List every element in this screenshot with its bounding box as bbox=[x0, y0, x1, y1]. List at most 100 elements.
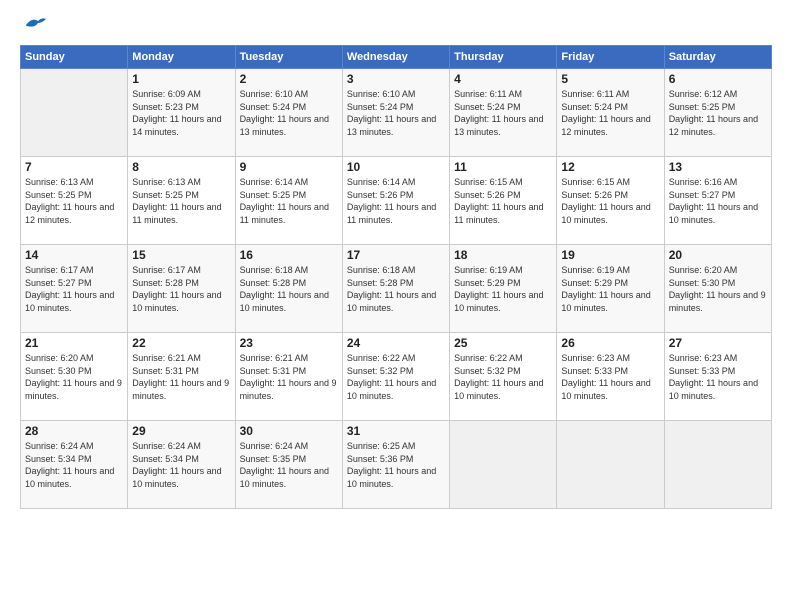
calendar-table: SundayMondayTuesdayWednesdayThursdayFrid… bbox=[20, 45, 772, 509]
day-info: Sunrise: 6:16 AM Sunset: 5:27 PM Dayligh… bbox=[669, 176, 767, 226]
week-row-4: 21 Sunrise: 6:20 AM Sunset: 5:30 PM Dayl… bbox=[21, 333, 772, 421]
calendar-cell: 30 Sunrise: 6:24 AM Sunset: 5:35 PM Dayl… bbox=[235, 421, 342, 509]
day-number: 3 bbox=[347, 72, 445, 86]
day-info: Sunrise: 6:23 AM Sunset: 5:33 PM Dayligh… bbox=[669, 352, 767, 402]
logo bbox=[20, 15, 46, 35]
day-info: Sunrise: 6:15 AM Sunset: 5:26 PM Dayligh… bbox=[561, 176, 659, 226]
day-number: 18 bbox=[454, 248, 552, 262]
calendar-cell bbox=[664, 421, 771, 509]
day-number: 25 bbox=[454, 336, 552, 350]
day-info: Sunrise: 6:19 AM Sunset: 5:29 PM Dayligh… bbox=[454, 264, 552, 314]
calendar-cell: 17 Sunrise: 6:18 AM Sunset: 5:28 PM Dayl… bbox=[342, 245, 449, 333]
calendar-cell: 4 Sunrise: 6:11 AM Sunset: 5:24 PM Dayli… bbox=[450, 69, 557, 157]
day-info: Sunrise: 6:23 AM Sunset: 5:33 PM Dayligh… bbox=[561, 352, 659, 402]
calendar-cell: 20 Sunrise: 6:20 AM Sunset: 5:30 PM Dayl… bbox=[664, 245, 771, 333]
day-number: 29 bbox=[132, 424, 230, 438]
calendar-cell: 31 Sunrise: 6:25 AM Sunset: 5:36 PM Dayl… bbox=[342, 421, 449, 509]
calendar-cell: 25 Sunrise: 6:22 AM Sunset: 5:32 PM Dayl… bbox=[450, 333, 557, 421]
week-row-2: 7 Sunrise: 6:13 AM Sunset: 5:25 PM Dayli… bbox=[21, 157, 772, 245]
day-number: 24 bbox=[347, 336, 445, 350]
calendar-cell: 10 Sunrise: 6:14 AM Sunset: 5:26 PM Dayl… bbox=[342, 157, 449, 245]
day-number: 9 bbox=[240, 160, 338, 174]
day-number: 26 bbox=[561, 336, 659, 350]
day-info: Sunrise: 6:24 AM Sunset: 5:35 PM Dayligh… bbox=[240, 440, 338, 490]
day-number: 1 bbox=[132, 72, 230, 86]
day-number: 22 bbox=[132, 336, 230, 350]
weekday-friday: Friday bbox=[557, 46, 664, 69]
day-number: 15 bbox=[132, 248, 230, 262]
day-info: Sunrise: 6:17 AM Sunset: 5:28 PM Dayligh… bbox=[132, 264, 230, 314]
day-number: 19 bbox=[561, 248, 659, 262]
day-number: 6 bbox=[669, 72, 767, 86]
day-number: 16 bbox=[240, 248, 338, 262]
bird-icon bbox=[24, 15, 46, 33]
day-info: Sunrise: 6:19 AM Sunset: 5:29 PM Dayligh… bbox=[561, 264, 659, 314]
day-info: Sunrise: 6:20 AM Sunset: 5:30 PM Dayligh… bbox=[25, 352, 123, 402]
weekday-header-row: SundayMondayTuesdayWednesdayThursdayFrid… bbox=[21, 46, 772, 69]
calendar-cell: 8 Sunrise: 6:13 AM Sunset: 5:25 PM Dayli… bbox=[128, 157, 235, 245]
calendar-cell: 19 Sunrise: 6:19 AM Sunset: 5:29 PM Dayl… bbox=[557, 245, 664, 333]
day-info: Sunrise: 6:22 AM Sunset: 5:32 PM Dayligh… bbox=[347, 352, 445, 402]
weekday-saturday: Saturday bbox=[664, 46, 771, 69]
day-info: Sunrise: 6:25 AM Sunset: 5:36 PM Dayligh… bbox=[347, 440, 445, 490]
day-number: 27 bbox=[669, 336, 767, 350]
calendar-cell: 7 Sunrise: 6:13 AM Sunset: 5:25 PM Dayli… bbox=[21, 157, 128, 245]
day-number: 7 bbox=[25, 160, 123, 174]
day-info: Sunrise: 6:17 AM Sunset: 5:27 PM Dayligh… bbox=[25, 264, 123, 314]
calendar-cell: 23 Sunrise: 6:21 AM Sunset: 5:31 PM Dayl… bbox=[235, 333, 342, 421]
calendar-cell: 16 Sunrise: 6:18 AM Sunset: 5:28 PM Dayl… bbox=[235, 245, 342, 333]
day-number: 30 bbox=[240, 424, 338, 438]
week-row-1: 1 Sunrise: 6:09 AM Sunset: 5:23 PM Dayli… bbox=[21, 69, 772, 157]
weekday-tuesday: Tuesday bbox=[235, 46, 342, 69]
day-number: 13 bbox=[669, 160, 767, 174]
day-number: 21 bbox=[25, 336, 123, 350]
day-info: Sunrise: 6:09 AM Sunset: 5:23 PM Dayligh… bbox=[132, 88, 230, 138]
day-info: Sunrise: 6:14 AM Sunset: 5:26 PM Dayligh… bbox=[347, 176, 445, 226]
day-info: Sunrise: 6:10 AM Sunset: 5:24 PM Dayligh… bbox=[240, 88, 338, 138]
day-info: Sunrise: 6:18 AM Sunset: 5:28 PM Dayligh… bbox=[347, 264, 445, 314]
week-row-5: 28 Sunrise: 6:24 AM Sunset: 5:34 PM Dayl… bbox=[21, 421, 772, 509]
day-number: 11 bbox=[454, 160, 552, 174]
calendar-cell: 21 Sunrise: 6:20 AM Sunset: 5:30 PM Dayl… bbox=[21, 333, 128, 421]
calendar-cell: 28 Sunrise: 6:24 AM Sunset: 5:34 PM Dayl… bbox=[21, 421, 128, 509]
day-info: Sunrise: 6:20 AM Sunset: 5:30 PM Dayligh… bbox=[669, 264, 767, 314]
day-info: Sunrise: 6:11 AM Sunset: 5:24 PM Dayligh… bbox=[454, 88, 552, 138]
day-number: 4 bbox=[454, 72, 552, 86]
day-number: 23 bbox=[240, 336, 338, 350]
day-info: Sunrise: 6:13 AM Sunset: 5:25 PM Dayligh… bbox=[132, 176, 230, 226]
day-info: Sunrise: 6:21 AM Sunset: 5:31 PM Dayligh… bbox=[132, 352, 230, 402]
calendar-cell bbox=[21, 69, 128, 157]
calendar-cell: 27 Sunrise: 6:23 AM Sunset: 5:33 PM Dayl… bbox=[664, 333, 771, 421]
calendar-cell bbox=[557, 421, 664, 509]
calendar-cell: 29 Sunrise: 6:24 AM Sunset: 5:34 PM Dayl… bbox=[128, 421, 235, 509]
header bbox=[20, 15, 772, 35]
calendar-cell: 1 Sunrise: 6:09 AM Sunset: 5:23 PM Dayli… bbox=[128, 69, 235, 157]
calendar-cell: 2 Sunrise: 6:10 AM Sunset: 5:24 PM Dayli… bbox=[235, 69, 342, 157]
day-number: 5 bbox=[561, 72, 659, 86]
day-number: 14 bbox=[25, 248, 123, 262]
weekday-thursday: Thursday bbox=[450, 46, 557, 69]
calendar-cell: 24 Sunrise: 6:22 AM Sunset: 5:32 PM Dayl… bbox=[342, 333, 449, 421]
day-info: Sunrise: 6:10 AM Sunset: 5:24 PM Dayligh… bbox=[347, 88, 445, 138]
calendar-cell: 13 Sunrise: 6:16 AM Sunset: 5:27 PM Dayl… bbox=[664, 157, 771, 245]
calendar-cell: 14 Sunrise: 6:17 AM Sunset: 5:27 PM Dayl… bbox=[21, 245, 128, 333]
day-info: Sunrise: 6:12 AM Sunset: 5:25 PM Dayligh… bbox=[669, 88, 767, 138]
day-info: Sunrise: 6:14 AM Sunset: 5:25 PM Dayligh… bbox=[240, 176, 338, 226]
weekday-wednesday: Wednesday bbox=[342, 46, 449, 69]
calendar-cell: 9 Sunrise: 6:14 AM Sunset: 5:25 PM Dayli… bbox=[235, 157, 342, 245]
calendar-cell: 11 Sunrise: 6:15 AM Sunset: 5:26 PM Dayl… bbox=[450, 157, 557, 245]
day-number: 10 bbox=[347, 160, 445, 174]
day-info: Sunrise: 6:15 AM Sunset: 5:26 PM Dayligh… bbox=[454, 176, 552, 226]
calendar-cell bbox=[450, 421, 557, 509]
calendar-cell: 5 Sunrise: 6:11 AM Sunset: 5:24 PM Dayli… bbox=[557, 69, 664, 157]
day-info: Sunrise: 6:24 AM Sunset: 5:34 PM Dayligh… bbox=[132, 440, 230, 490]
day-number: 28 bbox=[25, 424, 123, 438]
week-row-3: 14 Sunrise: 6:17 AM Sunset: 5:27 PM Dayl… bbox=[21, 245, 772, 333]
day-info: Sunrise: 6:18 AM Sunset: 5:28 PM Dayligh… bbox=[240, 264, 338, 314]
calendar-cell: 3 Sunrise: 6:10 AM Sunset: 5:24 PM Dayli… bbox=[342, 69, 449, 157]
day-info: Sunrise: 6:11 AM Sunset: 5:24 PM Dayligh… bbox=[561, 88, 659, 138]
calendar-cell: 22 Sunrise: 6:21 AM Sunset: 5:31 PM Dayl… bbox=[128, 333, 235, 421]
day-number: 20 bbox=[669, 248, 767, 262]
day-number: 2 bbox=[240, 72, 338, 86]
day-info: Sunrise: 6:13 AM Sunset: 5:25 PM Dayligh… bbox=[25, 176, 123, 226]
